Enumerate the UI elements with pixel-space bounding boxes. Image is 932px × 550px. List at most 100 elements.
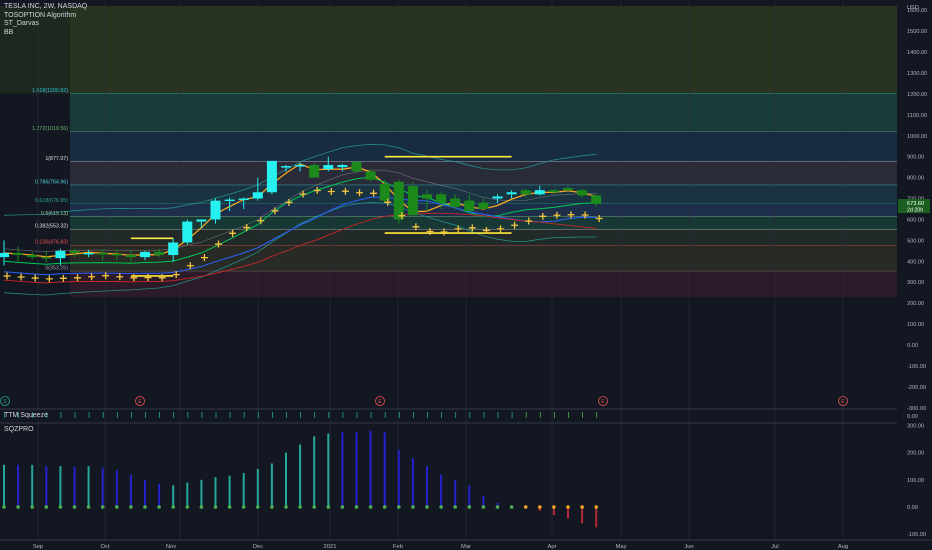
fib-level-label: 0.382(553.32) <box>35 224 68 230</box>
event-marker-label: E <box>841 399 845 405</box>
sqz-dot <box>439 505 443 509</box>
fib-level-label: 0.618(676.95) <box>35 198 68 204</box>
sqz-dot <box>566 505 570 509</box>
sqz-panel-title[interactable]: SQZPRO <box>4 426 34 433</box>
price-tick: 800.00 <box>907 176 924 182</box>
sqz-bar <box>397 449 400 507</box>
sqz-dot <box>72 505 77 509</box>
fib-zone <box>70 93 897 132</box>
candle-body <box>351 161 362 172</box>
sqz-dot <box>284 505 288 509</box>
time-tick: Apr <box>547 544 556 550</box>
sqz-bar <box>581 507 584 524</box>
candle-body <box>111 253 122 256</box>
indicator-tosoption[interactable]: TOSOPTION Algorithm <box>4 12 87 21</box>
sqz-dot <box>115 505 119 509</box>
sqz-dot <box>368 505 373 509</box>
sqz-dot <box>129 505 133 509</box>
fib-zone <box>70 216 897 230</box>
event-marker-label: E <box>378 399 382 405</box>
sqz-bar <box>440 474 443 507</box>
candle-body <box>13 252 24 256</box>
candle-body <box>182 221 193 243</box>
candle-body <box>196 219 207 222</box>
sqz-bar <box>383 432 386 507</box>
time-tick: Aug <box>838 544 848 550</box>
sqz-dot <box>2 505 6 509</box>
sqz-bar <box>595 507 598 528</box>
sqz-dot <box>86 505 91 509</box>
candle-body <box>577 190 588 196</box>
price-tick: -100.00 <box>907 364 926 370</box>
candle-body <box>337 165 348 168</box>
sqz-dot <box>354 505 359 509</box>
candle-body <box>0 252 9 258</box>
sqz-tick-label: 0.00 <box>907 505 918 511</box>
sqz-dot <box>326 505 331 509</box>
sqz-dot <box>171 505 175 509</box>
sqz-bar <box>186 482 189 507</box>
indicator-bb[interactable]: BB <box>4 29 87 38</box>
fib-zone <box>70 6 897 94</box>
candle-body <box>140 251 150 258</box>
candle-body <box>379 183 390 201</box>
price-axis: 1600.001500.001400.001300.001200.001100.… <box>897 0 932 540</box>
sqz-dot <box>227 505 232 509</box>
time-tick: Sep <box>33 544 43 550</box>
sqz-dot <box>298 505 302 509</box>
sqz-bar <box>228 475 231 507</box>
time-tick: Dec <box>253 544 263 550</box>
sqz-bar <box>313 436 316 507</box>
price-tick: 1200.00 <box>907 92 927 98</box>
fib-level-label: 1.618(1200.82) <box>32 88 68 94</box>
axis-bg <box>897 0 932 540</box>
sqz-bar <box>242 473 245 507</box>
price-tick: 500.00 <box>907 238 924 244</box>
sqz-dot <box>16 505 20 509</box>
sqz-dot <box>495 505 500 509</box>
sqz-bar <box>45 466 48 507</box>
price-tick: 1100.00 <box>907 113 927 119</box>
time-tick: Nov <box>166 544 176 550</box>
fibonacci-zones: 1.618(1200.82) 1.272(1019.56) 1(877.07) 0.7… <box>0 6 897 297</box>
sqz-bar <box>256 468 259 507</box>
candle-body <box>27 255 38 258</box>
candle-body <box>41 257 52 259</box>
sqz-dot <box>509 505 514 509</box>
sqz-bar <box>327 433 330 507</box>
candle-body <box>436 194 447 203</box>
price-tick: 400.00 <box>907 259 924 265</box>
sqz-dot <box>241 505 246 509</box>
sqz-bar <box>299 444 302 507</box>
sqz-dot <box>100 505 105 509</box>
sqz-tick-label: 300.00 <box>907 423 924 429</box>
indicator-darvas[interactable]: ST_Darvas <box>4 20 87 29</box>
time-tick: Oct <box>100 544 109 550</box>
symbol-title[interactable]: TESLA INC, 2W, NASDAQ <box>4 3 87 12</box>
chart-canvas[interactable]: 1.618(1200.82) 1.272(1019.56) 1(877.07) 0.7… <box>0 0 932 550</box>
sqz-dot <box>340 505 345 509</box>
sqz-dot <box>30 505 34 509</box>
sqz-bar <box>214 477 217 507</box>
candle-body <box>55 250 66 259</box>
ttm-panel-title[interactable]: TTM Squeeze <box>4 412 48 419</box>
price-tick: 900.00 <box>907 155 924 161</box>
sqz-dot <box>58 505 63 509</box>
candle-body <box>548 190 559 193</box>
sqz-dot <box>270 505 274 509</box>
sqz-bar <box>426 466 428 507</box>
event-marker-label: E <box>138 399 142 405</box>
time-tick: Mar <box>461 544 471 550</box>
fib-zone <box>70 161 897 185</box>
candle-body <box>309 165 320 178</box>
fib-zone <box>70 245 897 272</box>
candle-body <box>506 192 517 195</box>
fib-level-label: 0.786(764.96) <box>35 179 68 185</box>
candle <box>407 181 418 216</box>
candle-body <box>252 192 263 199</box>
event-marker-label: E <box>601 399 605 405</box>
sqz-tick-label: 200.00 <box>907 451 924 457</box>
candle-body <box>534 190 545 195</box>
sqz-bar <box>454 479 457 507</box>
candle-body <box>210 200 221 220</box>
